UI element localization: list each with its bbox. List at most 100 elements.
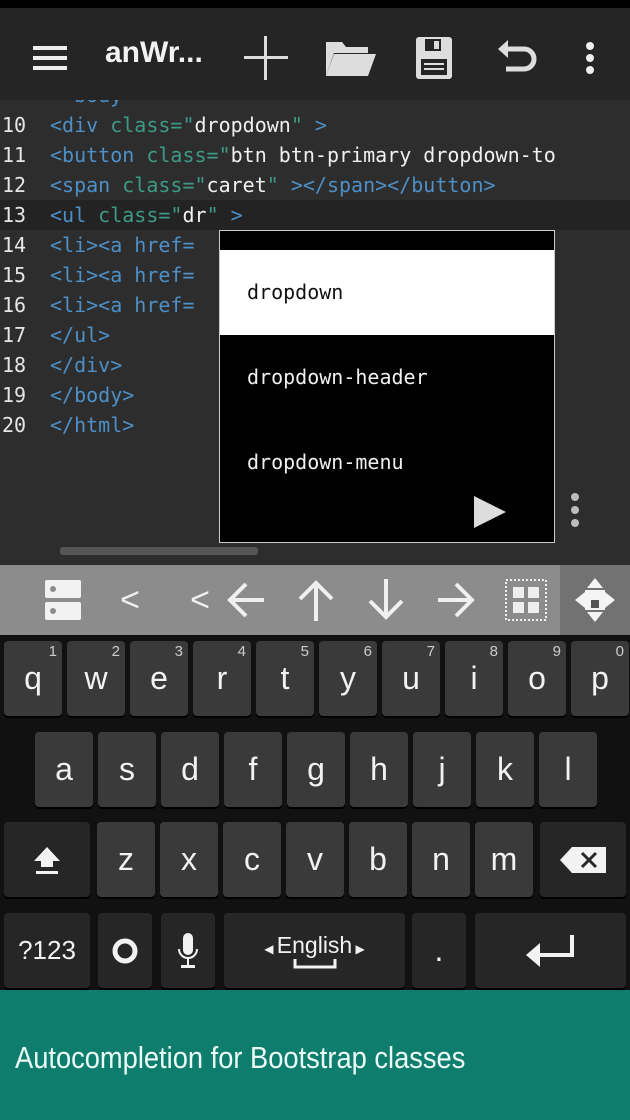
horizontal-scrollbar[interactable] [60, 547, 258, 555]
code-token: class= [122, 173, 195, 197]
code-token: " [266, 173, 279, 197]
add-icon[interactable] [238, 30, 294, 86]
helper-toolbar: < < [0, 565, 630, 635]
line-number: 15 [2, 263, 27, 287]
undo-icon[interactable] [492, 30, 544, 86]
code-token: " [290, 113, 303, 137]
lt-key[interactable]: < [175, 565, 225, 635]
key-x[interactable]: x [160, 822, 218, 897]
code-token: > [302, 113, 327, 137]
voice-key[interactable] [161, 913, 215, 988]
line-number: 14 [2, 233, 27, 257]
key-e[interactable]: e3 [130, 641, 188, 716]
key-m[interactable]: m [475, 822, 533, 897]
key-label: . [434, 932, 444, 968]
line-number: 13 [2, 203, 27, 227]
arrow-down-icon[interactable] [362, 565, 410, 635]
key-k[interactable]: k [476, 732, 534, 807]
key-label: s [119, 751, 135, 787]
arrow-right-icon[interactable] [432, 565, 480, 635]
key-q[interactable]: q1 [4, 641, 62, 716]
key-l[interactable]: l [539, 732, 597, 807]
key-hint: 9 [552, 643, 561, 660]
arrow-up-icon[interactable] [292, 565, 340, 635]
key-p[interactable]: p0 [571, 641, 629, 716]
key-label: a [55, 751, 73, 787]
code-line[interactable]: 13 <ul class="dr" > [0, 200, 630, 230]
key-u[interactable]: u7 [382, 641, 440, 716]
code-line[interactable]: body [0, 100, 630, 110]
settings-key[interactable] [98, 913, 152, 988]
key-c[interactable]: c [223, 822, 281, 897]
autocomplete-item[interactable]: dropdown-menu [220, 420, 554, 505]
key-label: v [307, 841, 323, 877]
key-f[interactable]: f [224, 732, 282, 807]
select-all-icon[interactable] [502, 565, 550, 635]
key-i[interactable]: i8 [445, 641, 503, 716]
play-icon[interactable] [472, 494, 508, 530]
key-j[interactable]: j [413, 732, 471, 807]
code-line[interactable]: 12 <span class="caret" ></span></button> [0, 170, 630, 200]
key-w[interactable]: w2 [67, 641, 125, 716]
code-line[interactable]: 10 <div class="dropdown" > [0, 110, 630, 140]
key-z[interactable]: z [97, 822, 155, 897]
key-n[interactable]: n [412, 822, 470, 897]
key-g[interactable]: g [287, 732, 345, 807]
lang-next-icon: ▶ [352, 942, 365, 956]
key-v[interactable]: v [286, 822, 344, 897]
key-label: f [248, 751, 258, 787]
symbols-key[interactable]: ?123 [4, 913, 90, 988]
key-y[interactable]: y6 [319, 641, 377, 716]
app-title: anWr... [105, 36, 203, 69]
code-token: " [182, 113, 195, 137]
code-token: ></span></button> [278, 173, 496, 197]
line-number: 12 [2, 173, 27, 197]
key-r[interactable]: r4 [193, 641, 251, 716]
save-icon[interactable] [408, 30, 460, 86]
code-token: </html> [50, 413, 135, 437]
caption-text: Autocompletion for Bootstrap classes [15, 1040, 466, 1075]
code-token: " [194, 173, 207, 197]
code-token: <ul [50, 203, 99, 227]
key-label: k [497, 751, 513, 787]
key-label: i [470, 660, 478, 696]
autocomplete-item[interactable]: dropdown [220, 250, 554, 335]
snippets-icon[interactable] [35, 565, 90, 635]
autocomplete-item[interactable]: dropdown-header [220, 335, 554, 420]
key-label: u [402, 660, 420, 696]
key-label: y [340, 660, 356, 696]
key-h[interactable]: h [350, 732, 408, 807]
move-icon[interactable] [560, 565, 630, 635]
code-token: </div> [50, 353, 123, 377]
key-hint: 5 [300, 643, 309, 660]
period-key[interactable]: . [412, 913, 466, 988]
key-o[interactable]: o9 [508, 641, 566, 716]
shift-key[interactable] [4, 822, 90, 897]
key-d[interactable]: d [161, 732, 219, 807]
code-token: <div [50, 113, 111, 137]
folder-open-icon[interactable] [320, 30, 380, 86]
shift-icon [34, 846, 60, 874]
code-line[interactable]: 11 <button class="btn btn-primary dropdow… [0, 140, 630, 170]
backspace-key[interactable] [540, 822, 626, 897]
space-key[interactable]: ◀ English ▶ [224, 913, 405, 988]
backspace-icon [560, 846, 606, 873]
key-b[interactable]: b [349, 822, 407, 897]
line-number: 11 [2, 143, 27, 167]
lt-key[interactable]: < [105, 565, 155, 635]
code-token: <li><a href= [50, 233, 195, 257]
key-s[interactable]: s [98, 732, 156, 807]
key-a[interactable]: a [35, 732, 93, 807]
code-token: dropdown [194, 113, 291, 137]
key-label: t [280, 660, 290, 696]
app-toolbar: anWr... [0, 0, 630, 100]
key-label: w [84, 660, 108, 696]
mic-icon [178, 932, 198, 968]
enter-key[interactable] [475, 913, 626, 988]
more-vert-icon[interactable] [569, 492, 581, 528]
key-t[interactable]: t5 [256, 641, 314, 716]
more-vert-icon[interactable] [570, 30, 610, 86]
key-label: English [276, 932, 353, 958]
arrow-left-icon[interactable] [222, 565, 270, 635]
menu-icon[interactable] [25, 30, 75, 86]
